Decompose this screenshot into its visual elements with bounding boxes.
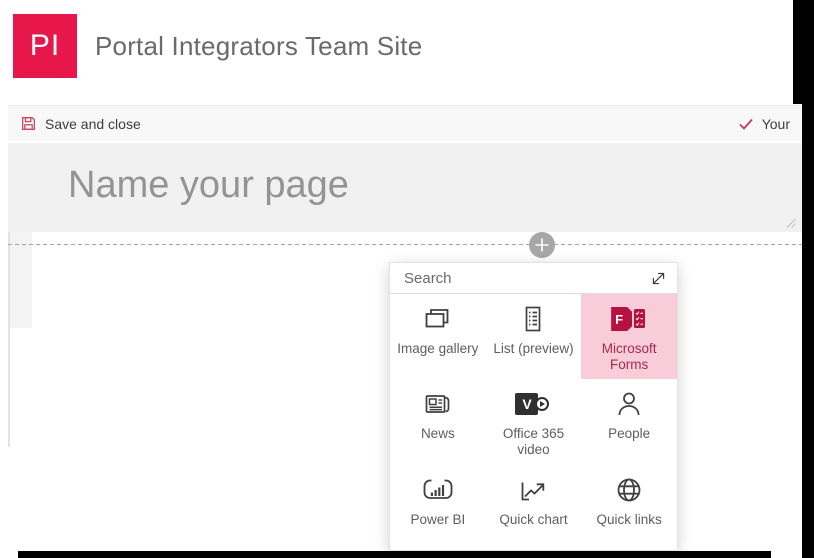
tile-label: Power BI (410, 511, 466, 527)
webpart-tile-list-preview[interactable]: List (preview) (486, 294, 582, 379)
site-header: PI Portal Integrators Team Site (0, 0, 814, 97)
expand-picker-button[interactable] (650, 270, 667, 287)
tile-label: People (608, 426, 651, 442)
tile-label: Image gallery (397, 341, 479, 356)
crop-artifact-right-top (793, 0, 814, 104)
save-status: Your (726, 116, 802, 132)
add-webpart-button[interactable] (529, 232, 555, 258)
office365-video-icon: V (515, 389, 551, 419)
save-and-close-button[interactable]: Save and close (8, 115, 153, 132)
expand-diagonal-icon (652, 272, 665, 285)
crop-artifact-bottom (18, 551, 771, 558)
canvas-left-edge (8, 232, 10, 447)
webpart-tile-microsoft-forms[interactable]: F Microsoft Forms (581, 294, 677, 380)
news-icon (422, 389, 454, 419)
checkmark-icon (738, 117, 754, 131)
title-region: Name your page (8, 143, 802, 232)
quick-links-icon (613, 475, 645, 505)
webpart-tile-image-gallery[interactable]: Image gallery (390, 294, 486, 379)
resize-handle-icon[interactable] (786, 218, 796, 228)
webpart-picker-popup: Image gallery List (preview) F (389, 262, 678, 551)
tile-label: Quick chart (499, 511, 568, 527)
page-name-input[interactable]: Name your page (68, 164, 349, 207)
page-title: Portal Integrators Team Site (95, 30, 423, 61)
save-status-label: Your (761, 115, 790, 132)
webpart-tile-quick-links[interactable]: Quick links (581, 465, 677, 550)
save-and-close-label: Save and close (45, 115, 141, 132)
power-bi-icon (422, 475, 454, 505)
image-gallery-icon (422, 304, 454, 334)
webpart-tile-news[interactable]: News (390, 379, 486, 464)
webpart-tile-people[interactable]: People (581, 379, 677, 464)
quick-chart-icon (517, 475, 549, 505)
site-logo-text: PI (29, 29, 61, 62)
people-icon (613, 389, 645, 419)
webpart-grid: Image gallery List (preview) F Microsoft… (390, 294, 677, 550)
tile-label: News (420, 426, 455, 442)
microsoft-forms-icon: F (611, 304, 647, 334)
list-icon (517, 304, 549, 334)
webpart-tile-quick-chart[interactable]: Quick chart (486, 465, 582, 550)
site-logo[interactable]: PI (13, 14, 77, 78)
tile-label: Microsoft Forms (601, 341, 657, 372)
plus-icon (535, 238, 549, 252)
search-input[interactable] (390, 263, 677, 293)
crop-artifact-right (802, 104, 814, 558)
tile-label: Office 365 video (502, 426, 565, 458)
command-bar: Save and close Your (8, 105, 802, 141)
tile-label: List (preview) (493, 341, 574, 356)
webpart-tile-power-bi[interactable]: Power BI (390, 465, 486, 550)
section-left-margin (8, 232, 32, 328)
webpart-tile-office365-video[interactable]: V Office 365 video (486, 379, 582, 464)
picker-search-row (390, 263, 677, 294)
save-icon (20, 115, 37, 132)
tile-label: Quick links (596, 511, 662, 527)
section-divider (8, 244, 802, 245)
